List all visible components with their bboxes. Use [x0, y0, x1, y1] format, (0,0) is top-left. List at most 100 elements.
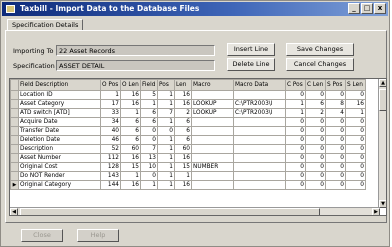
specification-field[interactable]: ASSET DETAIL — [56, 60, 215, 71]
table-cell[interactable]: 0 — [285, 90, 306, 100]
table-cell[interactable]: 0 — [325, 144, 346, 154]
table-cell[interactable]: 0 — [345, 117, 366, 127]
table-cell[interactable]: Acquire Date — [18, 117, 101, 127]
column-header[interactable]: S Pos — [325, 79, 346, 91]
row-selector[interactable] — [10, 126, 19, 136]
row-selector[interactable] — [10, 144, 19, 154]
table-row[interactable]: Do NOT Render 143 1 0 1 1 0 0 0 0 — [10, 171, 366, 181]
column-header[interactable]: O Len — [120, 79, 141, 91]
table-cell[interactable]: C:\PTR2003\I — [233, 108, 286, 118]
column-header[interactable]: C Len — [305, 79, 326, 91]
table-cell[interactable]: 16 — [174, 180, 192, 190]
table-row[interactable]: Transfer Date 40 6 0 0 6 0 0 0 0 — [10, 126, 366, 136]
table-cell[interactable]: Asset Category — [18, 99, 101, 109]
table-cell[interactable]: 0 — [345, 126, 366, 136]
table-cell[interactable]: 0 — [305, 135, 326, 145]
column-header[interactable]: Pos — [157, 79, 175, 91]
table-cell[interactable]: 17 — [100, 99, 121, 109]
table-cell[interactable]: 16 — [345, 99, 366, 109]
importing-to-field[interactable]: 22 Asset Records — [56, 45, 215, 56]
row-selector[interactable] — [10, 153, 19, 163]
maximize-button[interactable]: □ — [361, 3, 373, 14]
table-cell[interactable]: 0 — [305, 162, 326, 172]
table-cell[interactable]: 16 — [120, 153, 141, 163]
scroll-up-icon[interactable]: ▲ — [379, 79, 386, 87]
table-cell[interactable]: Transfer Date — [18, 126, 101, 136]
table-cell[interactable]: 6 — [120, 126, 141, 136]
vertical-scrollbar[interactable]: ▲ ▼ — [378, 79, 386, 208]
table-cell[interactable]: 0 — [345, 144, 366, 154]
table-cell[interactable]: 15 — [120, 162, 141, 172]
row-selector[interactable] — [10, 99, 19, 109]
table-cell[interactable]: 6 — [140, 117, 158, 127]
column-header[interactable]: Field Description — [18, 79, 101, 91]
table-cell[interactable]: 16 — [120, 180, 141, 190]
table-row[interactable]: Asset Category 17 16 1 1 16 LOOKUP C:\PTR2003\I… — [10, 99, 366, 109]
table-cell[interactable]: Description — [18, 144, 101, 154]
table-cell[interactable]: 16 — [120, 99, 141, 109]
table-cell[interactable] — [233, 126, 286, 136]
table-cell[interactable]: 8 — [325, 99, 346, 109]
table-cell[interactable]: 0 — [325, 135, 346, 145]
table-cell[interactable]: 1 — [157, 90, 175, 100]
table-cell[interactable] — [191, 135, 234, 145]
table-cell[interactable]: 0 — [325, 162, 346, 172]
table-cell[interactable]: 60 — [174, 144, 192, 154]
table-cell[interactable] — [191, 126, 234, 136]
column-header[interactable]: Macro — [191, 79, 234, 91]
table-cell[interactable]: 0 — [305, 126, 326, 136]
table-cell[interactable]: Original Category — [18, 180, 101, 190]
table-cell[interactable] — [191, 153, 234, 163]
scroll-left-icon[interactable]: ◀ — [10, 208, 18, 215]
table-cell[interactable]: 0 — [305, 117, 326, 127]
table-cell[interactable]: 1 — [345, 108, 366, 118]
table-cell[interactable]: 4 — [325, 108, 346, 118]
table-cell[interactable]: 1 — [140, 180, 158, 190]
table-cell[interactable]: 60 — [120, 144, 141, 154]
table-cell[interactable]: 0 — [305, 153, 326, 163]
table-cell[interactable]: Original Cost — [18, 162, 101, 172]
table-cell[interactable]: 1 — [140, 99, 158, 109]
table-cell[interactable]: 1 — [157, 171, 175, 181]
table-cell[interactable]: 16 — [174, 99, 192, 109]
table-cell[interactable]: 6 — [174, 135, 192, 145]
record-pointer-icon[interactable]: ▶ — [10, 180, 19, 190]
column-header[interactable]: Macro Data — [233, 79, 286, 91]
close-window-button[interactable]: x — [374, 3, 386, 14]
table-row[interactable]: Acquire Date 34 6 6 1 6 0 0 0 0 — [10, 117, 366, 127]
table-cell[interactable] — [233, 144, 286, 154]
table-cell[interactable]: 1 — [157, 135, 175, 145]
table-cell[interactable]: 0 — [345, 180, 366, 190]
table-row[interactable]: Description 52 60 7 1 60 0 0 0 0 — [10, 144, 366, 154]
table-cell[interactable]: 6 — [140, 108, 158, 118]
table-cell[interactable]: 144 — [100, 180, 121, 190]
table-cell[interactable]: 128 — [100, 162, 121, 172]
table-cell[interactable]: 1 — [285, 99, 306, 109]
table-cell[interactable]: 0 — [325, 117, 346, 127]
field-spec-grid[interactable]: Field Description O Pos O Len Field Pos … — [9, 78, 387, 216]
table-cell[interactable]: 0 — [325, 153, 346, 163]
table-cell[interactable]: Deletion Date — [18, 135, 101, 145]
row-selector[interactable] — [10, 162, 19, 172]
table-cell[interactable]: 16 — [174, 90, 192, 100]
table-cell[interactable]: 1 — [157, 144, 175, 154]
table-row[interactable]: Asset Number 112 16 13 1 16 0 0 0 0 — [10, 153, 366, 163]
table-cell[interactable]: 0 — [325, 90, 346, 100]
column-header[interactable]: Len — [174, 79, 192, 91]
table-cell[interactable]: Location ID — [18, 90, 101, 100]
table-cell[interactable]: 1 — [157, 153, 175, 163]
table-cell[interactable]: ATD switch [ATD] — [18, 108, 101, 118]
table-row[interactable]: Original Cost 128 15 10 1 15 NUMBER 0 0 0 0 — [10, 162, 366, 172]
table-cell[interactable]: 1 — [157, 99, 175, 109]
cancel-changes-button[interactable]: Cancel Changes — [286, 58, 354, 71]
horizontal-scrollbar[interactable]: ◀ ▶ — [10, 207, 380, 215]
table-cell[interactable]: 7 — [157, 108, 175, 118]
table-row[interactable]: Deletion Date 46 6 0 1 6 0 0 0 0 — [10, 135, 366, 145]
table-cell[interactable]: 13 — [140, 153, 158, 163]
table-cell[interactable]: 16 — [174, 153, 192, 163]
table-cell[interactable]: 1 — [157, 117, 175, 127]
table-row[interactable]: Location ID 1 16 5 1 16 0 0 0 0 — [10, 90, 366, 100]
table-cell[interactable]: 0 — [157, 126, 175, 136]
table-cell[interactable]: 1 — [120, 108, 141, 118]
table-cell[interactable]: 1 — [120, 171, 141, 181]
